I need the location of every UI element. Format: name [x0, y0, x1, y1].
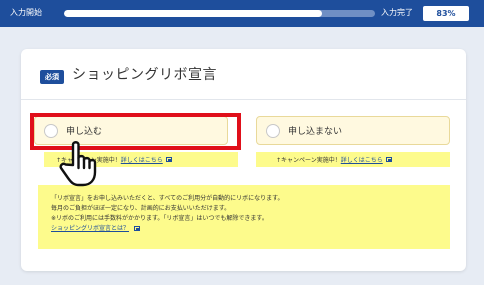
external-link-icon: [133, 226, 140, 231]
campaign-text-right: ↑キャンペーン実施中！: [276, 157, 341, 164]
required-badge: 必須: [40, 70, 64, 84]
progress-bar: [64, 10, 375, 17]
campaign-link-right[interactable]: 詳しくはこちら: [341, 155, 383, 164]
info-line-1: 「リボ宣言」をお申し込みいただくと、すべてのご利用分が自動的にリボになります。: [51, 195, 284, 202]
info-line-2: 毎月のご負担がほぼ一定になり、計画的にお支払いいただけます。: [51, 205, 231, 212]
external-link-icon: [165, 157, 172, 162]
card-header: 必須 ショッピングリボ宣言: [21, 49, 466, 100]
progress-header: 入力開始 入力完了 83%: [0, 0, 484, 27]
ribo-info-box: 「リボ宣言」をお申し込みいただくと、すべてのご利用分が自動的にリボになります。 …: [38, 185, 450, 249]
campaign-link-left[interactable]: 詳しくはこちら: [121, 155, 163, 164]
info-line-3: ※リボのご利用には手数料がかかります。「リボ宣言」はいつでも解除できます。: [51, 215, 268, 222]
progress-start-label: 入力開始: [10, 8, 42, 17]
radio-decline[interactable]: [266, 123, 280, 138]
progress-bar-fill: [64, 10, 323, 17]
option-decline-label: 申し込まない: [288, 127, 343, 137]
external-link-icon: [385, 157, 392, 162]
progress-percent: 83%: [423, 6, 469, 21]
option-decline[interactable]: 申し込まない: [256, 116, 450, 145]
card-title: ショッピングリボ宣言: [72, 67, 217, 83]
ribo-info-link[interactable]: ショッピングリボ宣言とは？: [51, 225, 129, 232]
pointer-hand-icon: [59, 141, 97, 187]
campaign-note-right: ↑キャンペーン実施中！ 詳しくはこちら: [256, 152, 450, 167]
progress-end-label: 入力完了: [381, 8, 413, 17]
